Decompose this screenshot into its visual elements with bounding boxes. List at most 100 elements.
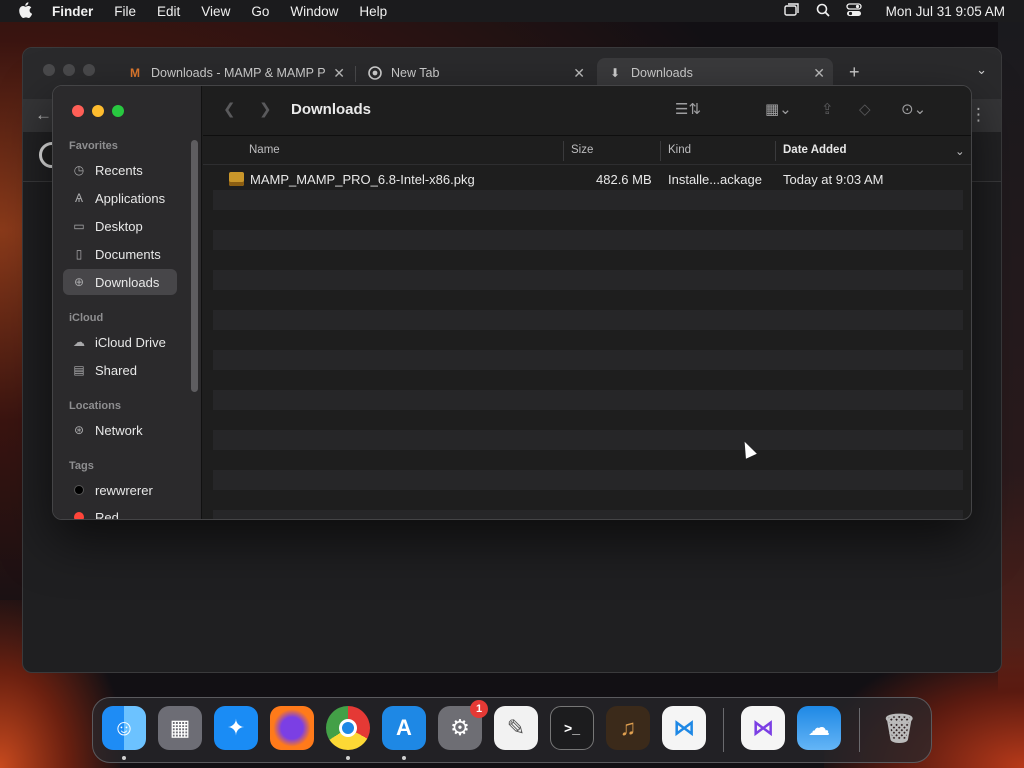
file-list <box>213 166 963 519</box>
column-kind[interactable]: Kind <box>668 144 691 156</box>
menu-clock[interactable]: Mon Jul 31 9:05 AM <box>886 4 1005 19</box>
sidebar-item-tag-rewwrerer[interactable]: rewwrerer <box>63 477 177 503</box>
tag-color-dot <box>74 485 84 495</box>
control-center-icon[interactable] <box>846 2 862 20</box>
sidebar-item-label: Shared <box>95 362 137 378</box>
file-size: 482.6 MB <box>596 172 652 187</box>
tag-color-dot <box>74 512 84 519</box>
clock-icon: ◷ <box>73 163 85 177</box>
tab-new-tab[interactable]: New Tab ✕ <box>359 58 593 88</box>
sort-chevron-down-icon[interactable]: ⌄ <box>955 144 965 158</box>
sidebar-item-tag-red[interactable]: Red <box>63 504 177 520</box>
menu-edit[interactable]: Edit <box>157 4 180 19</box>
dock: ☺ ▦ ✦ A ⚙ 1 ✎ >_ ♫ ⋈ ⋈ ☁ 🗑 <box>92 697 932 763</box>
sidebar-item-label: Downloads <box>95 274 160 290</box>
back-arrow-icon[interactable]: ← <box>35 105 52 125</box>
group-by-icon[interactable]: ▦⌄ <box>765 100 792 118</box>
menu-bar: Finder File Edit View Go Window Help Mon… <box>0 0 1024 22</box>
sidebar-item-recents[interactable]: ◷ Recents <box>63 157 177 183</box>
sidebar-scrollbar[interactable] <box>191 140 198 392</box>
sidebar-item-applications[interactable]: Ѧ Applications <box>63 185 177 211</box>
dock-app-store-icon[interactable]: A <box>382 706 426 750</box>
list-view-icon[interactable]: ☰⇅ <box>675 100 701 118</box>
close-icon[interactable]: ✕ <box>813 65 825 82</box>
tab-search-chevron-icon[interactable]: ⌄ <box>976 62 987 78</box>
menu-file[interactable]: File <box>114 4 136 19</box>
dock-vscode-icon[interactable]: ⋈ <box>662 706 706 750</box>
tab-label: Downloads <box>631 66 693 80</box>
dock-visual-studio-icon[interactable]: ⋈ <box>741 706 785 750</box>
sidebar-item-label: Documents <box>95 246 161 262</box>
sidebar-item-shared[interactable]: ▤ Shared <box>63 357 177 383</box>
document-icon: ▯ <box>75 247 83 261</box>
minimize-button[interactable] <box>92 105 104 117</box>
sidebar-item-downloads[interactable]: ⊕ Downloads <box>63 269 177 295</box>
menu-app-name[interactable]: Finder <box>52 4 93 19</box>
sidebar-item-icloud-drive[interactable]: ☁ iCloud Drive <box>63 329 177 355</box>
sidebar-item-network[interactable]: ⊛ Network <box>63 417 177 443</box>
close-button[interactable] <box>43 64 55 76</box>
zoom-button[interactable] <box>112 105 124 117</box>
column-name[interactable]: Name <box>249 144 280 156</box>
download-icon: ⊕ <box>73 275 85 289</box>
menu-go[interactable]: Go <box>251 4 269 19</box>
dock-finder-icon[interactable]: ☺ <box>102 706 146 750</box>
sidebar-item-label: Red <box>95 509 119 520</box>
sidebar-section-tags: Tags <box>69 460 94 472</box>
sidebar-item-desktop[interactable]: ▭ Desktop <box>63 213 177 239</box>
menu-window[interactable]: Window <box>290 4 338 19</box>
table-row[interactable]: MAMP_MAMP_PRO_6.8-Intel-x86.pkg 482.6 MB… <box>203 170 971 190</box>
search-icon[interactable] <box>816 3 830 20</box>
column-date-added[interactable]: Date Added <box>783 144 846 156</box>
cloud-icon: ☁ <box>73 335 85 349</box>
apple-menu-icon[interactable] <box>18 1 38 21</box>
zoom-button[interactable] <box>83 64 95 76</box>
dock-firefox-icon[interactable] <box>270 706 314 750</box>
close-button[interactable] <box>72 105 84 117</box>
more-actions-icon[interactable]: ⊙⌄ <box>901 100 926 118</box>
back-chevron-icon[interactable]: ❮ <box>223 100 236 118</box>
more-vertical-icon[interactable]: ⋮ <box>970 105 987 125</box>
dock-textedit-icon[interactable]: ✎ <box>494 706 538 750</box>
dock-launchpad-icon[interactable]: ▦ <box>158 706 202 750</box>
column-header: Name Size Kind Date Added ⌄ <box>203 137 971 165</box>
finder-sidebar: Favorites ◷ Recents Ѧ Applications ▭ Des… <box>53 86 202 520</box>
dock-weather-icon[interactable]: ☁ <box>797 706 841 750</box>
sidebar-section-favorites: Favorites <box>69 140 118 152</box>
sidebar-item-documents[interactable]: ▯ Documents <box>63 241 177 267</box>
finder-toolbar: ❮ ❯ Downloads ☰⇅ ▦⌄ ⇪ ◇ ⊙⌄ <box>203 86 971 136</box>
tab-downloads[interactable]: ⬇ Downloads ✕ <box>597 58 833 88</box>
share-icon[interactable]: ⇪ <box>821 100 834 118</box>
tab-label: Downloads - MAMP & MAMP P <box>151 66 326 80</box>
tab-mamp-downloads[interactable]: M Downloads - MAMP & MAMP P ✕ <box>119 58 353 88</box>
tag-icon[interactable]: ◇ <box>859 100 871 118</box>
minimize-button[interactable] <box>63 64 75 76</box>
globe-icon: ⊛ <box>73 423 85 437</box>
sidebar-section-icloud: iCloud <box>69 312 104 324</box>
dock-garageband-icon[interactable]: ♫ <box>606 706 650 750</box>
sidebar-item-label: rewwrerer <box>95 482 153 498</box>
close-icon[interactable]: ✕ <box>333 65 345 82</box>
new-tab-button[interactable]: + <box>849 62 860 83</box>
dock-system-settings-icon[interactable]: ⚙ 1 <box>438 700 488 750</box>
sidebar-item-label: Recents <box>95 162 143 178</box>
package-icon <box>229 172 244 186</box>
sidebar-item-label: Applications <box>95 190 166 206</box>
file-kind: Installe...ackage <box>668 172 762 187</box>
sidebar-item-label: iCloud Drive <box>95 334 166 350</box>
download-icon: ⬇ <box>609 66 621 80</box>
forward-chevron-icon[interactable]: ❯ <box>259 100 272 118</box>
close-icon[interactable]: ✕ <box>573 65 585 82</box>
dock-terminal-icon[interactable]: >_ <box>550 706 594 750</box>
file-name: MAMP_MAMP_PRO_6.8-Intel-x86.pkg <box>250 172 475 187</box>
dock-safari-icon[interactable]: ✦ <box>214 706 258 750</box>
dock-chrome-icon[interactable] <box>326 706 370 750</box>
dock-trash-icon[interactable]: 🗑 <box>877 706 921 750</box>
menu-view[interactable]: View <box>201 4 230 19</box>
sidebar-item-label: Network <box>95 422 143 438</box>
sidebar-section-locations: Locations <box>69 400 121 412</box>
column-size[interactable]: Size <box>571 144 593 156</box>
sidebar-item-label: Desktop <box>95 218 143 234</box>
window-icon[interactable] <box>783 2 800 20</box>
menu-help[interactable]: Help <box>359 4 387 19</box>
